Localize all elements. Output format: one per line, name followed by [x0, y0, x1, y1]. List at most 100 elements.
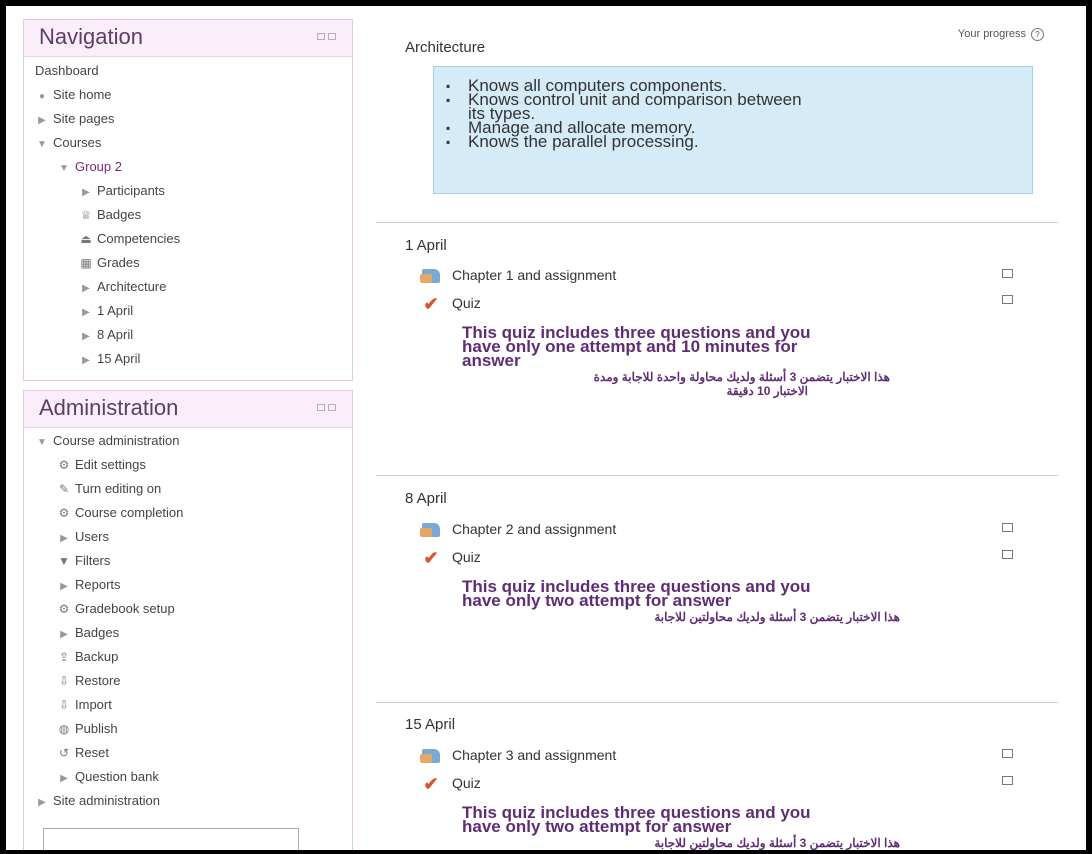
nav-site-pages[interactable]: ▶ Site pages: [35, 111, 114, 129]
quiz-check-icon: ✔: [423, 294, 439, 315]
admin-users[interactable]: ▶ Users: [57, 529, 109, 547]
quiz-check-icon: ✔: [423, 774, 439, 795]
administration-header: Administration: [24, 391, 352, 428]
page-frame: Navigation Dashboard ● Site home ▶ Site pa…: [0, 0, 1092, 854]
block-controls[interactable]: [317, 33, 336, 40]
section-divider: [376, 222, 1058, 223]
book-icon: [420, 523, 440, 538]
section-divider: [376, 702, 1058, 703]
globe-icon: ◍: [58, 722, 70, 736]
admin-reset[interactable]: ↺ Reset: [57, 745, 109, 761]
admin-badges[interactable]: ▶ Badges: [57, 625, 119, 643]
gear-icon: ⚙: [58, 458, 70, 472]
pencil-icon: ✎: [58, 482, 70, 496]
nav-architecture[interactable]: ▶ Architecture: [79, 279, 166, 297]
section-divider: [376, 475, 1058, 476]
collapse-icon[interactable]: [328, 404, 336, 411]
progress-header: Your progress?: [958, 28, 1044, 41]
nav-competencies[interactable]: ⏏ Competencies: [79, 231, 180, 247]
section-title-architecture[interactable]: Architecture: [405, 39, 485, 56]
completion-checkbox[interactable]: [1002, 523, 1013, 532]
book-icon: [420, 749, 440, 764]
nav-courses[interactable]: ▼ Courses: [35, 135, 101, 153]
chevron-right-icon: ▶: [60, 581, 68, 592]
nav-badges[interactable]: ♕ Badges: [79, 207, 141, 223]
nav-15-april[interactable]: ▶ 15 April: [79, 351, 140, 369]
admin-backup[interactable]: ⇪ Backup: [57, 649, 118, 665]
chevron-right-icon: ▶: [38, 797, 46, 808]
quiz-description-arabic: هذا الاختبار يتضمن 3 أسئلة ولديك محاولتي…: [654, 836, 900, 850]
section-summary: Knows all computers components. Knows co…: [433, 66, 1033, 194]
administration-title: Administration: [39, 395, 179, 420]
import-icon: ⇩: [58, 698, 70, 712]
chevron-down-icon: ▼: [37, 437, 47, 448]
section-title-15-april[interactable]: 15 April: [405, 716, 455, 733]
admin-turn-editing-on[interactable]: ✎ Turn editing on: [57, 481, 161, 497]
admin-publish[interactable]: ◍ Publish: [57, 721, 118, 737]
completion-checkbox[interactable]: [1002, 749, 1013, 758]
admin-question-bank[interactable]: ▶ Question bank: [57, 769, 159, 787]
activity-quiz[interactable]: ✔ Quiz: [422, 549, 480, 567]
completion-checkbox[interactable]: [1002, 776, 1013, 785]
nav-site-home[interactable]: ● Site home: [35, 87, 112, 105]
nav-1-april[interactable]: ▶ 1 April: [79, 303, 133, 321]
completion-checkbox[interactable]: [1002, 550, 1013, 559]
chevron-right-icon: ▶: [82, 283, 90, 294]
chevron-down-icon: ▼: [59, 163, 69, 174]
help-icon[interactable]: ?: [1031, 28, 1044, 41]
nav-dashboard[interactable]: Dashboard: [35, 63, 99, 79]
chevron-right-icon: ▶: [60, 773, 68, 784]
chevron-right-icon: ▶: [82, 331, 90, 342]
dock-icon[interactable]: [317, 404, 325, 411]
activity-quiz[interactable]: ✔ Quiz: [422, 294, 480, 315]
dock-icon[interactable]: [317, 33, 325, 40]
nav-grades[interactable]: ▦ Grades: [79, 255, 139, 271]
upload-icon: ⇪: [58, 650, 70, 664]
admin-reports[interactable]: ▶ Reports: [57, 577, 120, 595]
book-icon: [420, 269, 440, 284]
section-title-8-april[interactable]: 8 April: [405, 490, 447, 507]
activity-assignment[interactable]: Chapter 3 and assignment: [420, 747, 616, 764]
completion-checkbox[interactable]: [1002, 269, 1013, 278]
admin-search-input[interactable]: [43, 828, 299, 850]
admin-course-administration[interactable]: ▼ Course administration: [35, 433, 179, 451]
quiz-description: This quiz includes three questions and y…: [462, 323, 811, 370]
course-content: Your progress? Architecture Knows all co…: [366, 6, 1086, 850]
chevron-right-icon: ▶: [82, 187, 90, 198]
bullet-icon: ●: [38, 91, 46, 102]
block-controls[interactable]: [317, 404, 336, 411]
section-title-1-april[interactable]: 1 April: [405, 237, 447, 254]
gear-icon: ⚙: [58, 602, 70, 616]
admin-gradebook-setup[interactable]: ⚙ Gradebook setup: [57, 601, 175, 617]
nav-group-2[interactable]: ▼ Group 2: [57, 159, 122, 177]
chevron-down-icon: ▼: [37, 139, 47, 150]
admin-course-completion[interactable]: ⚙ Course completion: [57, 505, 184, 521]
collapse-icon[interactable]: [328, 33, 336, 40]
completion-checkbox[interactable]: [1002, 295, 1013, 304]
quiz-description-arabic: هذا الاختبار يتضمن 3 أسئلة ولديك محاولة …: [593, 370, 890, 398]
quiz-description: This quiz includes three questions and y…: [462, 577, 811, 610]
chevron-right-icon: ▶: [60, 533, 68, 544]
admin-edit-settings[interactable]: ⚙ Edit settings: [57, 457, 146, 473]
admin-restore[interactable]: ⇩ Restore: [57, 673, 121, 689]
quiz-description-arabic: هذا الاختبار يتضمن 3 أسئلة ولديك محاولتي…: [654, 610, 900, 624]
admin-filters[interactable]: ▼ Filters: [57, 553, 110, 569]
navigation-header: Navigation: [24, 20, 352, 57]
quiz-description: This quiz includes three questions and y…: [462, 803, 811, 836]
activity-assignment[interactable]: Chapter 2 and assignment: [420, 521, 616, 538]
activity-quiz[interactable]: ✔ Quiz: [422, 774, 480, 795]
nav-participants[interactable]: ▶ Participants: [79, 183, 165, 201]
download-icon: ⇩: [58, 674, 70, 688]
chevron-right-icon: ▶: [38, 115, 46, 126]
trophy-icon: ♕: [80, 208, 92, 222]
chevron-right-icon: ▶: [82, 307, 90, 318]
summary-item: Knows the parallel processing.: [446, 133, 1032, 150]
activity-assignment[interactable]: Chapter 1 and assignment: [420, 267, 616, 284]
competencies-icon: ⏏: [80, 232, 92, 246]
reset-icon: ↺: [58, 746, 70, 760]
filter-icon: ▼: [58, 554, 70, 568]
admin-import[interactable]: ⇩ Import: [57, 697, 112, 713]
nav-8-april[interactable]: ▶ 8 April: [79, 327, 133, 345]
gear-icon: ⚙: [58, 506, 70, 520]
admin-site-administration[interactable]: ▶ Site administration: [35, 793, 160, 811]
